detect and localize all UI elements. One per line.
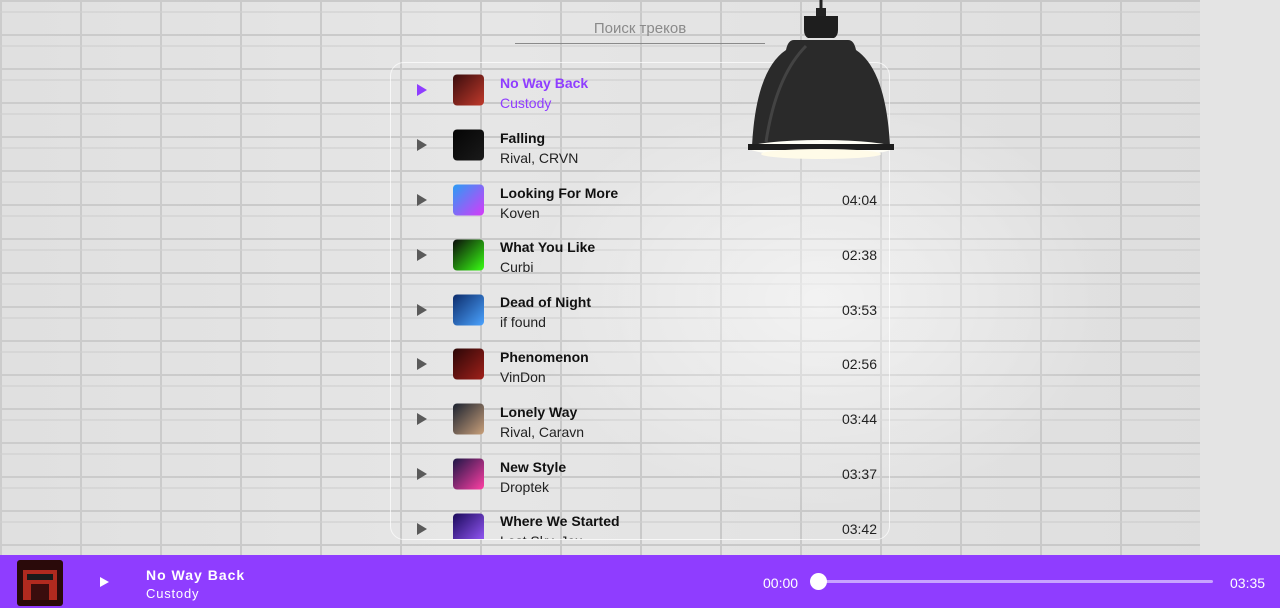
track-duration: 03:42 [841,520,877,537]
track-cover [453,458,484,490]
background-edge [1200,0,1280,555]
progress-handle[interactable] [810,573,827,590]
track-artist: Koven [500,204,540,221]
play-icon[interactable] [417,303,427,316]
track-title: Lonely Way [500,403,578,420]
player-play-icon[interactable] [100,577,109,587]
track-title: Where We Started [500,513,620,530]
track-artist: if found [500,314,546,331]
play-icon[interactable] [417,358,427,371]
track-duration: 03:37 [841,465,877,482]
now-playing-title: No Way Back [146,567,246,583]
current-time: 00:00 [763,575,799,591]
progress-slider[interactable] [810,573,1213,590]
play-icon[interactable] [417,522,427,535]
pendant-lamp-image [748,0,894,159]
track-cover [453,129,484,161]
track-cover [453,294,484,326]
track-row[interactable]: New Style Droptek 03:37 [391,447,889,502]
track-artist: Curbi [500,259,534,276]
track-title: Falling [500,129,546,146]
play-icon[interactable] [417,248,427,261]
track-title: What You Like [500,239,596,256]
total-time: 03:35 [1230,575,1266,591]
track-artist: Rival, CRVN [500,149,579,166]
search-input[interactable] [515,14,765,44]
track-row[interactable]: Dead of Night if found 03:53 [391,282,889,337]
track-title: Dead of Night [500,294,591,311]
player-bar: No Way Back Custody 00:00 03:35 [0,555,1280,608]
track-artist: Droptek [500,478,550,495]
now-playing-cover [17,560,63,606]
track-artist: Rival, Caravn [500,423,585,440]
track-row[interactable]: Phenomenon VinDon 02:56 [391,337,889,392]
track-cover [453,239,484,271]
track-cover [453,403,484,435]
track-title: No Way Back [500,75,589,91]
track-duration: 03:53 [841,301,877,318]
track-row[interactable]: Looking For More Koven 04:04 [391,173,889,228]
play-icon[interactable] [417,467,427,480]
play-icon[interactable] [417,139,427,152]
track-cover [453,348,484,380]
track-row[interactable]: Where We StartedLost Sky, Jex 03:42 [391,501,889,539]
track-artist: VinDon [500,368,546,385]
track-cover [453,184,484,216]
now-playing-artist: Custody [146,586,200,601]
play-icon[interactable] [417,84,427,97]
track-row[interactable]: What You Like Curbi 02:38 [391,227,889,282]
track-duration: 04:04 [841,191,877,208]
track-duration: 02:56 [841,356,877,373]
track-row[interactable]: Lonely Way Rival, Caravn 03:44 [391,392,889,447]
track-duration: 02:38 [841,246,877,263]
track-artist: Lost Sky, Jex [500,531,620,539]
track-cover [453,513,484,539]
track-title: New Style [500,458,567,475]
track-artist: Custody [500,95,552,111]
track-duration: 03:44 [841,411,877,428]
track-title: Phenomenon [500,348,589,365]
play-icon[interactable] [417,413,427,426]
track-cover [453,74,484,106]
play-icon[interactable] [417,193,427,206]
track-title: Looking For More [500,184,619,201]
